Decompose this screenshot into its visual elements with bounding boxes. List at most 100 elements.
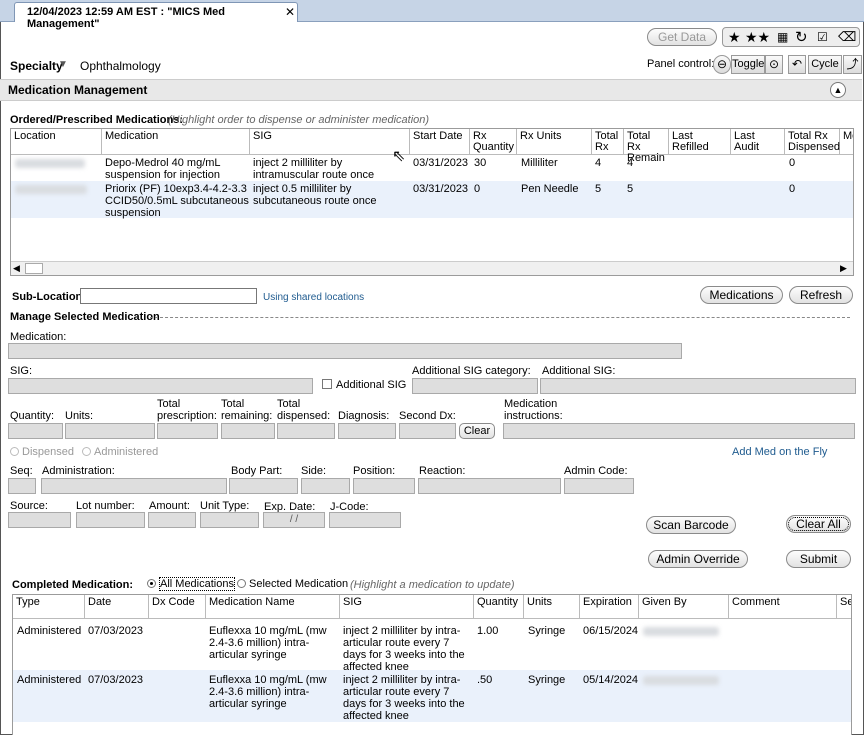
- col-sig[interactable]: SIG: [250, 129, 410, 155]
- exp-date-field[interactable]: / /: [263, 512, 325, 528]
- lot-number-field[interactable]: [76, 512, 145, 528]
- col-last-refilled[interactable]: Last Refilled: [669, 129, 731, 155]
- col-quantity[interactable]: Quantity: [474, 595, 524, 619]
- clear-all-button[interactable]: Clear All: [786, 515, 851, 533]
- col-location[interactable]: Location: [11, 129, 102, 155]
- refresh-icon[interactable]: ↻: [795, 28, 808, 46]
- additional-sig-checkbox[interactable]: Additional SIG: [322, 379, 406, 391]
- units-field[interactable]: [65, 423, 155, 439]
- sub-location-input[interactable]: [80, 288, 257, 304]
- eraser-icon[interactable]: ⌫: [838, 29, 856, 45]
- grid-icon[interactable]: ▦: [777, 30, 788, 44]
- amount-field[interactable]: [148, 512, 196, 528]
- col-expiration[interactable]: Expiration: [580, 595, 639, 619]
- col-total-rx-remain[interactable]: Total Rx Remain: [624, 129, 669, 164]
- table-row[interactable]: Administered 07/03/2023 Euflexxa 10 mg/m…: [13, 620, 851, 673]
- col-sig[interactable]: SIG: [340, 595, 474, 619]
- collapse-section-icon[interactable]: ▲: [830, 82, 846, 98]
- table-row[interactable]: Priorix (PF) 10exp3.4-4.2-3.3 CCID50/0.5…: [11, 181, 853, 219]
- diagnosis-field[interactable]: [338, 423, 396, 439]
- double-star-icon[interactable]: ★★: [745, 29, 770, 46]
- row-type: Administered: [17, 625, 82, 637]
- col-more[interactable]: Me: [840, 129, 853, 155]
- collapse-icon[interactable]: ⊖: [713, 55, 731, 74]
- administration-field[interactable]: [41, 478, 227, 494]
- row-qty: 0: [474, 183, 481, 195]
- second-dx-field[interactable]: [399, 423, 456, 439]
- col-more[interactable]: Se: [837, 595, 851, 619]
- total-dispensed-label: Total dispensed:: [277, 398, 331, 422]
- col-medication-name[interactable]: Medication Name: [206, 595, 340, 619]
- sig-field[interactable]: [8, 378, 313, 394]
- tab-med-management[interactable]: 12/04/2023 12:59 AM EST : "MICS Med Mana…: [14, 2, 298, 30]
- med-instructions-field[interactable]: [503, 423, 855, 439]
- scroll-thumb[interactable]: [25, 263, 43, 274]
- unit-type-field[interactable]: [200, 512, 259, 528]
- specialty-value[interactable]: Ophthalmology: [80, 59, 161, 73]
- row-qty: 30: [474, 157, 487, 169]
- col-dx-code[interactable]: Dx Code: [149, 595, 206, 619]
- col-given-by[interactable]: Given By: [639, 595, 729, 619]
- source-field[interactable]: [8, 512, 71, 528]
- selected-medication-radio[interactable]: Selected Medication: [237, 578, 348, 590]
- administered-radio[interactable]: Administered: [82, 446, 158, 458]
- admin-override-button[interactable]: Admin Override: [648, 550, 748, 568]
- col-rx-units[interactable]: Rx Units: [517, 129, 592, 155]
- scroll-left-icon[interactable]: ◀: [13, 263, 20, 274]
- seq-field[interactable]: [8, 478, 36, 494]
- col-start-date[interactable]: Start Date: [410, 129, 470, 155]
- source-label: Source:: [10, 500, 48, 512]
- body-part-label: Body Part:: [231, 465, 283, 477]
- submit-button[interactable]: Submit: [786, 550, 851, 568]
- undo-icon[interactable]: ↶: [788, 55, 806, 74]
- table-row[interactable]: Depo-Medrol 40 mg/mL suspension for inje…: [11, 155, 853, 181]
- horizontal-scrollbar[interactable]: ◀ ▶: [11, 261, 853, 275]
- side-field[interactable]: [301, 478, 350, 494]
- add-med-link[interactable]: Add Med on the Fly: [732, 446, 827, 458]
- cycle-button[interactable]: Cycle: [808, 55, 842, 74]
- scan-barcode-button[interactable]: Scan Barcode: [646, 516, 736, 534]
- scroll-right-icon[interactable]: ▶: [840, 263, 847, 274]
- quantity-field[interactable]: [8, 423, 63, 439]
- total-remaining-field[interactable]: [221, 423, 275, 439]
- get-data-button[interactable]: Get Data: [647, 28, 717, 46]
- col-comment[interactable]: Comment: [729, 595, 837, 619]
- medications-button[interactable]: Medications: [700, 286, 783, 304]
- col-medication[interactable]: Medication: [102, 129, 250, 155]
- clipboard-icon[interactable]: ☑: [817, 30, 828, 44]
- col-type[interactable]: Type: [13, 595, 85, 619]
- reaction-field[interactable]: [418, 478, 561, 494]
- col-date[interactable]: Date: [85, 595, 149, 619]
- total-prescription-field[interactable]: [157, 423, 218, 439]
- additional-sig-category-field[interactable]: [412, 378, 538, 394]
- close-icon[interactable]: ✕: [285, 5, 295, 19]
- row-name: Euflexxa 10 mg/mL (mw 2.4-3.6 million) i…: [209, 625, 327, 661]
- col-last-audit[interactable]: Last Audit: [731, 129, 785, 155]
- icon-toolbar: ★ ★★ ▦ ↻ ☑ ⌫: [722, 27, 860, 47]
- all-medications-radio[interactable]: All Medications: [147, 577, 235, 591]
- redo-icon[interactable]: ⤴: [843, 55, 862, 74]
- col-rx-quantity[interactable]: Rx Quantity: [470, 129, 517, 155]
- j-code-field[interactable]: [329, 512, 401, 528]
- dispensed-radio[interactable]: Dispensed: [10, 446, 74, 458]
- total-dispensed-field[interactable]: [277, 423, 335, 439]
- col-total-rx-dispensed[interactable]: Total Rx Dispensed: [785, 129, 840, 155]
- refresh-button[interactable]: Refresh: [789, 286, 853, 304]
- col-total-rx[interactable]: Total Rx: [592, 129, 624, 155]
- toggle-button[interactable]: Toggle: [731, 55, 765, 74]
- clear-button[interactable]: Clear: [459, 423, 495, 439]
- admin-code-field[interactable]: [564, 478, 634, 494]
- chevron-down-icon[interactable]: ▼: [58, 59, 68, 70]
- position-field[interactable]: [353, 478, 415, 494]
- table-row[interactable]: Administered 07/03/2023 Euflexxa 10 mg/m…: [13, 670, 851, 722]
- shared-locations-link[interactable]: Using shared locations: [263, 292, 364, 303]
- additional-sig-field[interactable]: [540, 378, 856, 394]
- medication-field[interactable]: [8, 343, 682, 359]
- body-part-field[interactable]: [229, 478, 298, 494]
- star-icon[interactable]: ★: [728, 29, 741, 46]
- expand-icon[interactable]: ⊙: [765, 55, 783, 74]
- col-units[interactable]: Units: [524, 595, 580, 619]
- total-remaining-label: Total remaining:: [221, 398, 273, 422]
- tab-bar: 12/04/2023 12:59 AM EST : "MICS Med Mana…: [0, 0, 864, 30]
- specialty-label: Specialty: [10, 59, 63, 73]
